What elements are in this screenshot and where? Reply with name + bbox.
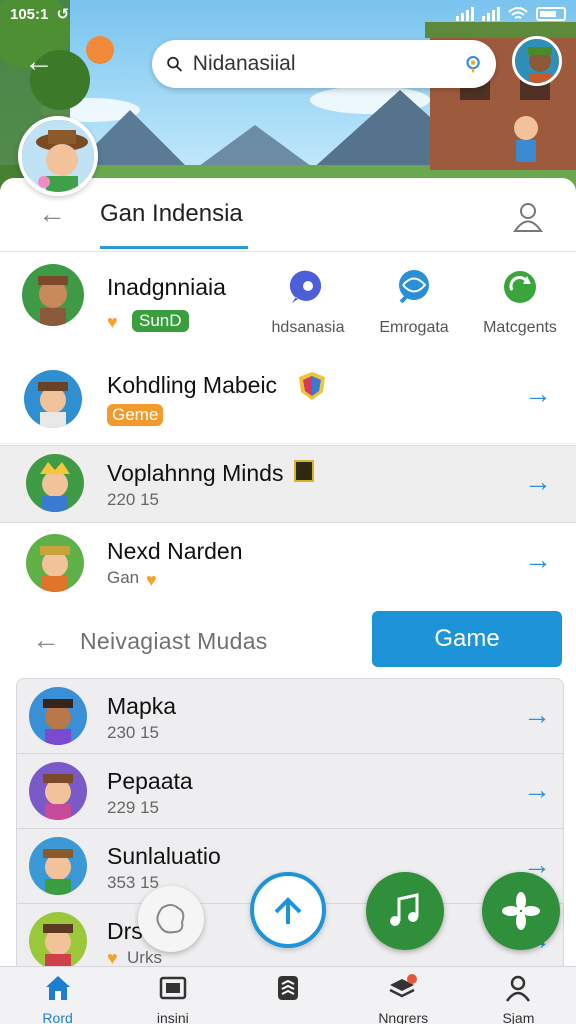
refresh-leaf-icon xyxy=(504,271,536,303)
user-icon[interactable] xyxy=(510,198,546,234)
item-name: Pepaata xyxy=(107,768,193,794)
item-name: Mapka xyxy=(107,693,177,719)
panel-header: ← Gan Indensia xyxy=(0,178,576,252)
item-name: Sunlaluatio xyxy=(107,843,221,869)
quick-action-0[interactable]: hdsanasia xyxy=(258,268,358,337)
arrow-right-icon[interactable]: → xyxy=(524,378,552,410)
game-button[interactable]: Game xyxy=(372,611,562,667)
signal-icon-2 xyxy=(482,7,500,21)
book-icon xyxy=(294,460,314,482)
quick-action-label: Emrogata xyxy=(379,319,449,336)
list-item[interactable]: Nexd Narden Gan ♥ → xyxy=(0,524,576,608)
back-arrow-icon[interactable]: ← xyxy=(38,198,66,230)
nav-item-home[interactable]: Rord xyxy=(0,967,115,1024)
add-button[interactable] xyxy=(482,872,560,950)
nav-label: insini xyxy=(156,1010,189,1024)
avatar xyxy=(24,370,82,428)
featured-row[interactable]: Inadgnniaia ♥ SunD hdsanasia Emrogata Ma… xyxy=(0,258,576,358)
quick-action-label: hdsanasia xyxy=(271,319,345,336)
shield-icon xyxy=(299,372,325,400)
bottom-nav: Rord insini Nngrers Sjam xyxy=(0,966,576,1024)
item-meta: 220 15 xyxy=(107,490,159,509)
profile-avatar[interactable] xyxy=(18,116,98,196)
tag-badge: Geme xyxy=(107,404,164,426)
item-name: Voplahnng Minds xyxy=(107,460,284,486)
avatar xyxy=(26,534,84,592)
arrow-up-icon xyxy=(274,897,302,924)
arrow-right-icon[interactable]: → xyxy=(523,774,551,806)
back-arrow-icon[interactable]: ← xyxy=(32,624,60,656)
item-meta: Gan xyxy=(107,568,140,587)
nav-item-profile[interactable]: Sjam xyxy=(461,967,576,1024)
heart-icon: ♥ xyxy=(107,312,118,332)
search-icon xyxy=(167,56,183,72)
item-meta: Urks xyxy=(127,948,162,967)
nav-label: Sjam xyxy=(502,1010,535,1024)
active-tab-indicator xyxy=(100,246,248,249)
nav-label: Nngrers xyxy=(378,1010,429,1024)
nav-label: Rord xyxy=(42,1010,73,1024)
globe-chat-icon xyxy=(399,270,429,304)
list-item[interactable]: Voplahnng Minds 220 15 → xyxy=(0,445,576,523)
section-title: Neivagiast Mudas xyxy=(80,628,268,654)
location-pin-icon[interactable] xyxy=(464,51,482,77)
sync-icon: ↺ xyxy=(56,6,70,23)
chat-bubble-icon xyxy=(289,270,322,303)
signal-icon xyxy=(456,7,474,21)
sticker-icon xyxy=(156,904,185,934)
stack-icon xyxy=(278,976,298,1000)
heart-icon: ♥ xyxy=(146,570,157,590)
search-input[interactable] xyxy=(192,52,464,76)
featured-name: Inadgnniaia xyxy=(107,274,226,300)
pinwheel-icon xyxy=(502,892,540,930)
item-name: Nexd Narden xyxy=(107,538,243,564)
main-panel: ← Gan Indensia Inadgnniaia ♥ SunD hdsana… xyxy=(0,178,576,978)
list-item[interactable]: Pepaata 229 15 → xyxy=(17,754,563,829)
upload-button[interactable] xyxy=(250,872,326,948)
item-meta: 229 15 xyxy=(107,798,159,817)
home-icon xyxy=(45,976,70,1000)
status-time: 105:1 xyxy=(10,6,49,23)
quick-action-label: Matcgents xyxy=(483,319,557,336)
quick-action-2[interactable]: Matcgents xyxy=(470,268,570,337)
avatar xyxy=(22,264,84,326)
window-icon xyxy=(159,976,187,1000)
list-item[interactable]: Mapka 230 15 → xyxy=(17,679,563,754)
search-bar[interactable] xyxy=(152,40,496,88)
avatar xyxy=(26,454,84,512)
avatar xyxy=(29,912,87,970)
item-meta: 230 15 xyxy=(107,723,159,742)
avatar xyxy=(29,687,87,745)
arrow-right-icon[interactable]: → xyxy=(523,699,551,731)
avatar xyxy=(29,762,87,820)
nav-item-window[interactable]: insini xyxy=(115,967,230,1024)
layers-badge-icon xyxy=(389,974,418,998)
music-note-icon xyxy=(390,893,419,926)
music-button[interactable] xyxy=(366,872,444,950)
battery-icon xyxy=(536,7,566,21)
top-avatar[interactable] xyxy=(512,36,562,86)
avatar xyxy=(29,837,87,895)
sticker-button[interactable] xyxy=(138,886,204,952)
nav-item-stack[interactable] xyxy=(230,967,345,1024)
wifi-icon xyxy=(508,7,528,19)
arrow-right-icon[interactable]: → xyxy=(524,466,552,498)
back-arrow-icon[interactable]: ← xyxy=(24,44,60,80)
person-icon xyxy=(506,975,531,1002)
list-item[interactable]: Kohdling Mabeic Geme → xyxy=(0,358,576,444)
item-meta: 353 15 xyxy=(107,873,159,892)
status-bar: 105:1 ↺ xyxy=(10,4,566,24)
nav-item-layers[interactable]: Nngrers xyxy=(346,967,461,1024)
status-badge: SunD xyxy=(132,310,189,332)
page-title: Gan Indensia xyxy=(100,200,243,227)
arrow-right-icon[interactable]: → xyxy=(524,544,552,576)
quick-action-1[interactable]: Emrogata xyxy=(364,268,464,337)
item-name: Kohdling Mabeic xyxy=(107,372,278,398)
